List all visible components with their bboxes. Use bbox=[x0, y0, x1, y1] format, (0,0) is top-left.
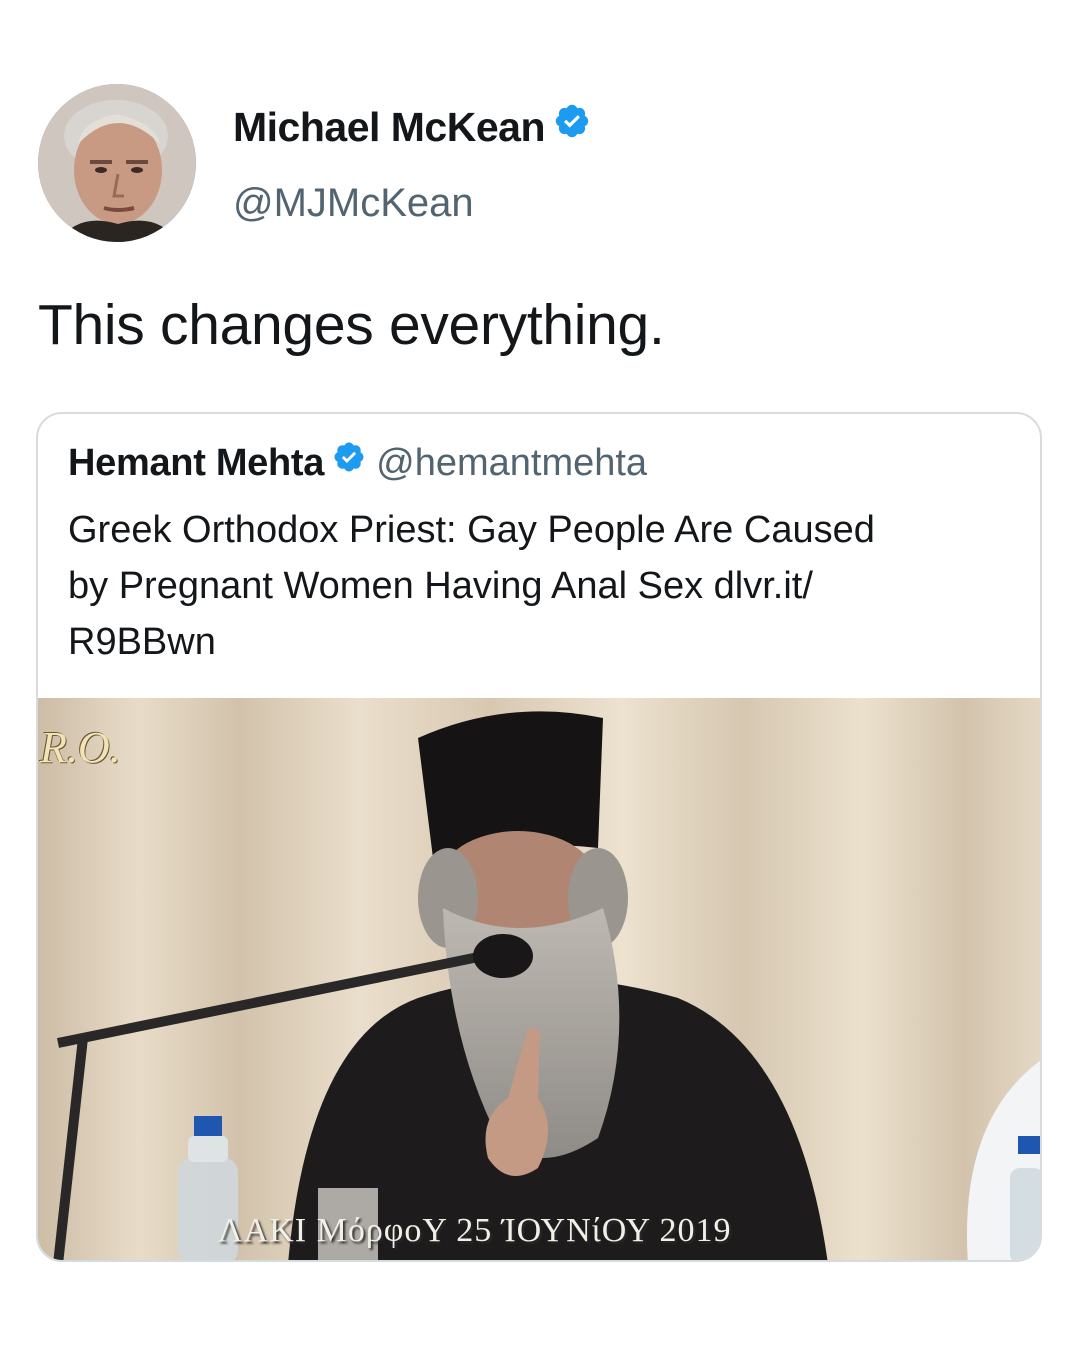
author-avatar[interactable] bbox=[38, 84, 196, 242]
verified-badge-icon bbox=[553, 102, 591, 150]
quoted-tweet-media[interactable]: R.O. ΛΑΚΙ ΜόρφοΥ 25 ΊΟΥΝίΟΥ 2019 bbox=[38, 698, 1040, 1260]
quoted-tweet-text: Greek Orthodox Priest: Gay People Are Ca… bbox=[68, 509, 875, 663]
author-handle[interactable]: @MJMcKean bbox=[233, 181, 474, 226]
author-name[interactable]: Michael McKean bbox=[233, 104, 546, 150]
quoted-tweet-card[interactable]: Hemant Mehta @hemantmehta Greek Orthodox… bbox=[36, 412, 1042, 1262]
tweet-text: This changes everything. bbox=[38, 293, 665, 357]
quoted-tweet-header: Hemant Mehta @hemantmehta bbox=[68, 442, 647, 487]
quoted-author-name[interactable]: Hemant Mehta bbox=[68, 442, 324, 484]
avatar-portrait bbox=[38, 84, 196, 242]
video-caption: ΛΑΚΙ ΜόρφοΥ 25 ΊΟΥΝίΟΥ 2019 bbox=[218, 1212, 732, 1249]
video-watermark: R.O. bbox=[40, 723, 121, 772]
video-still-image bbox=[38, 698, 1040, 1260]
author-name-row[interactable]: Michael McKean bbox=[233, 104, 591, 154]
quoted-author-handle[interactable]: @hemantmehta bbox=[376, 442, 647, 484]
verified-badge-icon bbox=[332, 440, 366, 484]
